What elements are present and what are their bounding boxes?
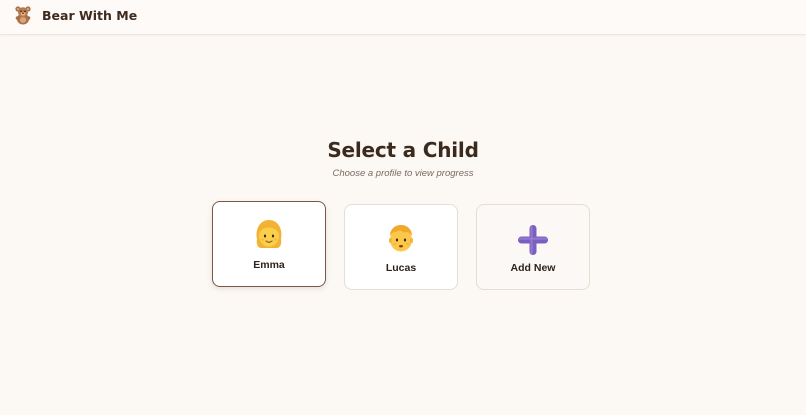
profile-card-lucas[interactable]: Lucas [344, 204, 458, 290]
add-new-label: Add New [510, 262, 556, 274]
profile-name: Lucas [385, 262, 417, 274]
boy-avatar-icon [388, 225, 414, 252]
page-title: Select a Child [327, 138, 479, 162]
profile-name: Emma [253, 259, 285, 271]
top-bar: Bear With Me [0, 0, 806, 35]
teddy-bear-icon[interactable] [14, 5, 32, 25]
girl-avatar-icon [256, 220, 282, 248]
add-new-profile-button[interactable]: Add New [476, 204, 590, 290]
page-subtitle: Choose a profile to view progress [332, 168, 474, 179]
plus-icon [518, 225, 548, 255]
app-title[interactable]: Bear With Me [42, 8, 137, 23]
profile-card-emma[interactable]: Emma [212, 201, 326, 287]
